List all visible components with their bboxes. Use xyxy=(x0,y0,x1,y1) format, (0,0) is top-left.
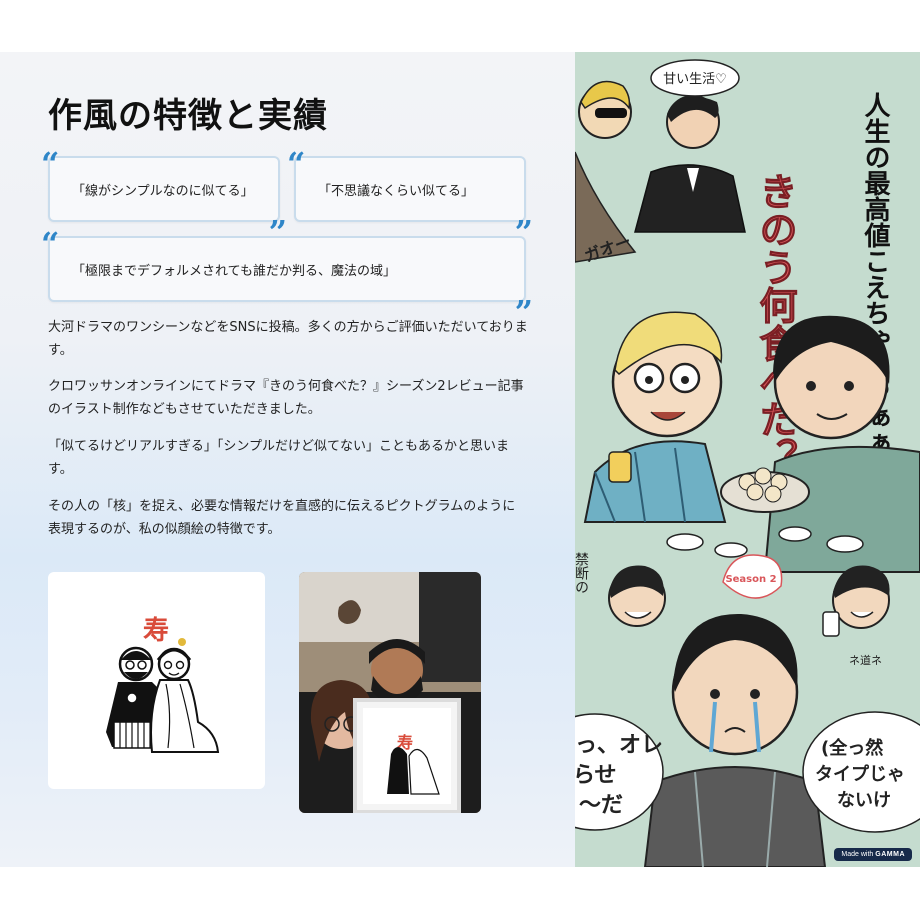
quote-card-2: “ 「不思議なくらい似てる」 ” xyxy=(287,148,533,248)
open-quote-icon: “ xyxy=(287,145,306,183)
paragraph-3: 「似てるけどリアルすぎる」「シンプルだけど似てない」こともあるかと思います。 xyxy=(48,439,509,477)
bubble-amai-seikatsu: 甘い生活♡ xyxy=(663,72,727,87)
customer-photo-image: 寿 xyxy=(299,572,481,813)
kinou-nani-tabeta-illustration: 甘い生活♡ 人生の最高値こえちゃうやぁぁ きのう何食べた？ ガオー Season… xyxy=(575,52,920,867)
paragraph-4: その人の「核」を捉え、必要な情報だけを直感的に伝えるピクトグラムのように表現する… xyxy=(48,499,516,537)
quote-card-1: “ 「線がシンプルなのに似てる」 ” xyxy=(41,148,287,248)
bubble-michi: ネ道ネ xyxy=(849,653,882,667)
made-with-gamma-badge[interactable]: Made with GAMMA xyxy=(834,848,912,861)
open-quote-icon: “ xyxy=(41,145,60,183)
wedding-caricature-image: 寿 xyxy=(48,572,265,789)
quote-text: 「不思議なくらい似てる」 xyxy=(318,183,475,199)
slide: 作風の特徴と実績 “ 「線がシンプルなのに似てる」 ” “ 「不思議なくらい似て… xyxy=(0,52,920,867)
paragraph-2: クロワッサンオンラインにてドラマ『きのう何食べた？』シーズン2レビュー記事のイラ… xyxy=(48,379,524,417)
quote-text: 「線がシンプルなのに似てる」 xyxy=(72,183,254,199)
title-vertical-text: きのう何食べた？ xyxy=(753,172,797,476)
bubble-kindan: 禁断の xyxy=(575,552,589,594)
quote-card-3: “ 「極限までデフォルメされても誰だか判る、魔法の域」 ” xyxy=(41,228,533,328)
bubble-season: Season 2 xyxy=(725,574,776,585)
page-title: 作風の特徴と実績 xyxy=(48,96,328,136)
paragraph-1: 大河ドラマのワンシーンなどをSNSに投稿。多くの方からご評価いただいております。 xyxy=(48,320,528,358)
quote-text: 「極限までデフォルメされても誰だか判る、魔法の域」 xyxy=(72,263,396,279)
badge-prefix: Made with xyxy=(841,851,874,858)
open-quote-icon: “ xyxy=(41,225,60,263)
kotobuki-text: 寿 xyxy=(143,616,169,646)
badge-brand: GAMMA xyxy=(875,851,905,858)
